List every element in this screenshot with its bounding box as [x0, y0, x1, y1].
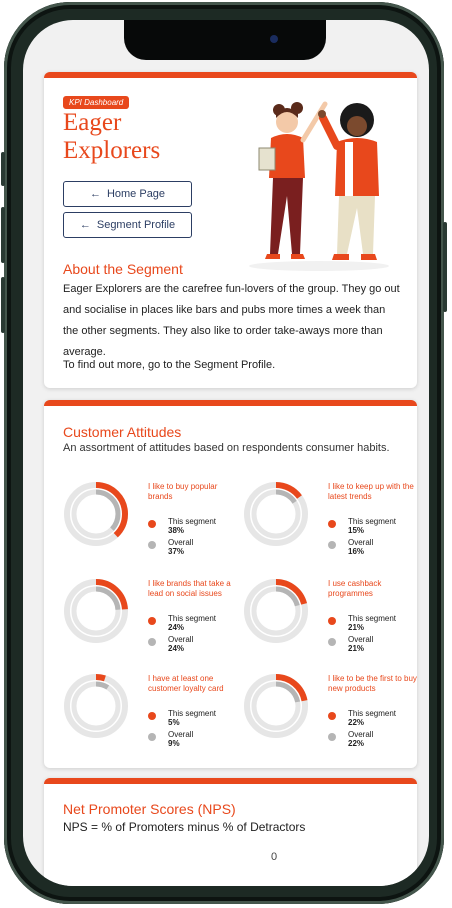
attitude-label: I like to keep up with the latest trends [328, 482, 414, 501]
attitude-label: I use cashback programmes [328, 579, 382, 598]
about-heading: About the Segment [63, 261, 183, 277]
segment-legend-dot [148, 520, 156, 528]
attitude-label: I have at least one customer loyalty car… [148, 674, 224, 693]
overall-legend: Overall 9% [168, 730, 193, 748]
overall-legend-label: Overall [168, 538, 194, 547]
overall-value: 37% [168, 547, 185, 556]
about-more-text: To find out more, go to the Segment Prof… [63, 359, 276, 371]
attitude-donut [244, 674, 308, 738]
segment-legend-label: This segment [348, 709, 397, 718]
camera-icon [270, 35, 278, 43]
overall-value: 22% [348, 739, 365, 748]
donut-inner-track [71, 681, 121, 731]
segment-legend-dot [148, 617, 156, 625]
segment-legend-label: This segment [168, 614, 217, 623]
volume-down-button [1, 277, 5, 333]
notch [124, 20, 326, 60]
kpi-dashboard-tag: KPI Dashboard [63, 96, 130, 109]
segment-profile-button[interactable]: ← Segment Profile [63, 212, 192, 238]
segment-legend-label: This segment [348, 517, 397, 526]
arrow-left-icon: ← [79, 219, 91, 231]
segment-legend-dot [328, 520, 336, 528]
overall-value: 21% [348, 644, 365, 653]
segment-legend: This segment 21% [348, 614, 396, 632]
nps-heading: Net Promoter Scores (NPS) [63, 801, 236, 817]
nps-value: 0 [271, 851, 278, 863]
overall-legend-dot [328, 541, 336, 549]
home-page-label: Home Page [106, 188, 166, 200]
segment-legend-label: This segment [348, 614, 397, 623]
attitude-donut [244, 579, 308, 643]
segment-legend: This segment 38% [168, 517, 216, 535]
phone-screen: KPI Dashboard Eager Explorers ← Home Pag… [23, 20, 429, 886]
overall-legend-label: Overall [168, 635, 194, 644]
volume-up-button [1, 207, 5, 263]
segment-value: 15% [348, 526, 365, 535]
segment-legend-label: This segment [168, 517, 217, 526]
home-page-button[interactable]: ← Home Page [63, 181, 192, 207]
power-button [443, 222, 447, 312]
overall-legend-label: Overall [348, 538, 374, 547]
overall-legend: Overall 16% [348, 538, 373, 556]
overall-value: 9% [168, 739, 180, 748]
attitude-label: I like to be the first to buy new produc… [328, 674, 417, 693]
overall-legend-dot [328, 638, 336, 646]
segment-legend: This segment 22% [348, 709, 396, 727]
overall-legend: Overall 37% [168, 538, 193, 556]
people-illustration [249, 101, 389, 271]
about-text: Eager Explorers are the carefree fun-lov… [63, 283, 400, 358]
arrow-left-icon: ← [89, 188, 101, 200]
segment-legend-dot [328, 712, 336, 720]
attitudes-card: Customer Attitudes An assortment of atti… [44, 400, 417, 768]
segment-legend-dot [148, 712, 156, 720]
attitudes-subtitle: An assortment of attitudes based on resp… [63, 442, 390, 454]
segment-value: 21% [348, 623, 365, 632]
segment-profile-label: Segment Profile [96, 219, 176, 231]
segment-legend: This segment 5% [168, 709, 216, 727]
segment-value: 38% [168, 526, 185, 535]
attitudes-heading: Customer Attitudes [63, 424, 182, 440]
segment-legend-dot [328, 617, 336, 625]
overall-legend-label: Overall [348, 730, 374, 739]
attitude-donut [64, 482, 128, 546]
overall-legend: Overall 22% [348, 730, 373, 748]
segment-legend-label: This segment [168, 709, 217, 718]
nps-card: Net Promoter Scores (NPS) NPS = % of Pro… [44, 778, 417, 886]
overall-value: 16% [348, 547, 365, 556]
attitude-donut [64, 674, 128, 738]
attitude-donut [64, 579, 128, 643]
overall-legend-label: Overall [348, 635, 374, 644]
segment-value: 24% [168, 623, 185, 632]
overall-legend: Overall 24% [168, 635, 193, 653]
overall-legend-label: Overall [168, 730, 194, 739]
overall-legend-dot [148, 733, 156, 741]
segment-legend: This segment 24% [168, 614, 216, 632]
overall-value: 24% [168, 644, 185, 653]
segment-card: KPI Dashboard Eager Explorers ← Home Pag… [44, 72, 417, 388]
overall-legend-dot [148, 541, 156, 549]
overall-legend-dot [328, 733, 336, 741]
attitude-donut [244, 482, 308, 546]
mute-switch [1, 152, 5, 186]
segment-value: 5% [168, 718, 180, 727]
nps-subtitle: NPS = % of Promoters minus % of Detracto… [63, 820, 306, 834]
attitude-label: I like brands that take a lead on social… [148, 579, 231, 598]
phone-frame: KPI Dashboard Eager Explorers ← Home Pag… [1, 2, 447, 904]
page-title: Eager Explorers [63, 109, 161, 164]
segment-value: 22% [348, 718, 365, 727]
segment-legend: This segment 15% [348, 517, 396, 535]
attitude-label: I like to buy popular brands [148, 482, 218, 501]
overall-legend-dot [148, 638, 156, 646]
overall-legend: Overall 21% [348, 635, 373, 653]
